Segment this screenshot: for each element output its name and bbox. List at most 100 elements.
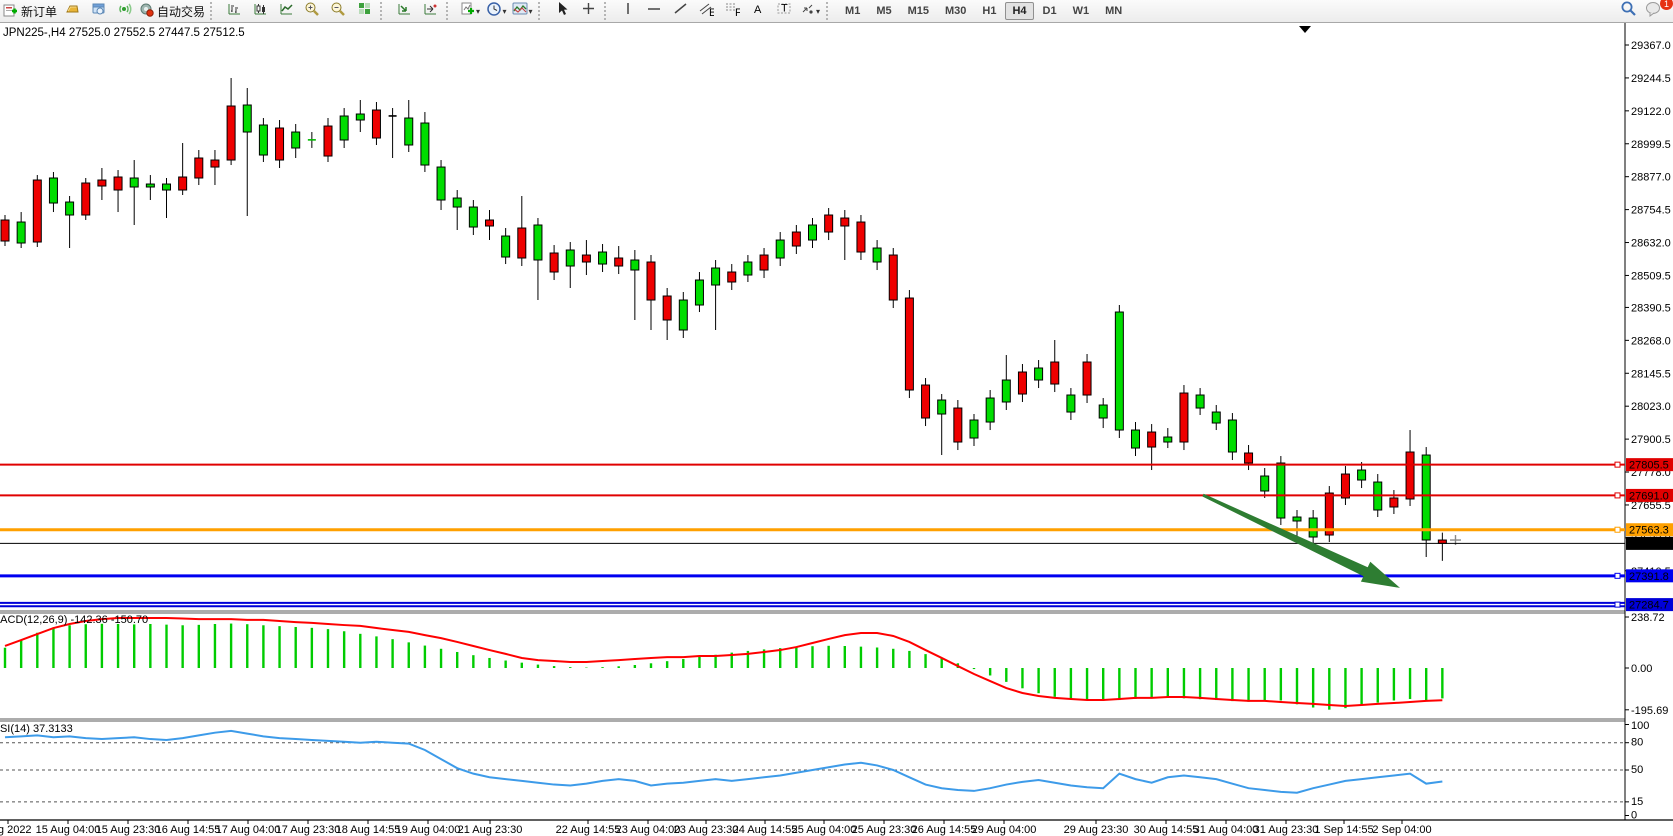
timeframe-group: M1M5M15M30H1H4D1W1MN [837,2,1130,20]
timeframe-m30[interactable]: M30 [938,2,973,20]
svg-text:26 Aug 14:55: 26 Aug 14:55 [912,824,977,836]
text-icon: A [751,1,765,21]
svg-text:E: E [709,7,714,17]
auto-scroll-button[interactable] [391,1,417,21]
svg-text:29 Aug 23:30: 29 Aug 23:30 [1064,824,1129,836]
new-order-button[interactable]: 新订单 [1,1,59,21]
tile-windows-icon [357,1,372,21]
timeframe-m5[interactable]: M5 [869,2,898,20]
text-button[interactable]: A [745,1,771,21]
vertical-line-icon [622,1,634,21]
cursor-button[interactable] [549,1,575,21]
zoom-out-button[interactable] [325,1,351,21]
horizontal-line-button[interactable] [641,1,667,21]
mt4-window: 新订单 自动交易 [0,0,1673,836]
svg-text:27512.5: 27512.5 [1629,538,1669,550]
svg-text:21 Aug 23:30: 21 Aug 23:30 [458,824,523,836]
dropdown-caret-icon: ▾ [476,7,480,16]
bar-chart-button[interactable] [221,1,247,21]
notifications-button[interactable]: 1 [1641,1,1667,21]
chart-window: 29367.029244.529122.028999.528877.028754… [0,23,1673,836]
svg-text:31 Aug 23:30: 31 Aug 23:30 [1254,824,1319,836]
svg-text:28754.5: 28754.5 [1631,205,1671,217]
arrows-button[interactable]: ▾ [797,1,823,21]
line-anchor-handle [1615,493,1620,498]
periods-button[interactable]: ▾ [483,1,509,21]
svg-text:25 Aug 04:00: 25 Aug 04:00 [792,824,857,836]
svg-text:28509.5: 28509.5 [1631,270,1671,282]
svg-text:23 Aug 04:00: 23 Aug 04:00 [616,824,681,836]
line-chart-icon [279,1,294,21]
line-chart-button[interactable] [273,1,299,21]
line-anchor-handle [1615,573,1620,578]
vertical-line-button[interactable] [615,1,641,21]
trendline-button[interactable] [667,1,693,21]
trend-arrow[interactable] [1202,494,1400,588]
text-label-button[interactable]: T [771,1,797,21]
dropdown-caret-icon: ▾ [529,7,533,16]
svg-text:80: 80 [1631,737,1643,749]
candlestick-series [1,78,1446,561]
templates-button[interactable]: ▾ [509,1,535,21]
time-axis[interactable]: Aug 202215 Aug 04:0015 Aug 23:3016 Aug 1… [0,820,1432,836]
svg-text:50: 50 [1631,764,1643,776]
toolbar-separator [380,2,388,20]
toolbar-separator [210,2,218,20]
svg-text:15 Aug 04:00: 15 Aug 04:00 [36,824,101,836]
svg-text:A: A [754,4,762,16]
toolbar-separator [826,2,834,20]
signal-icon [117,1,132,21]
svg-text:15 Aug 23:30: 15 Aug 23:30 [96,824,161,836]
timeframe-h4[interactable]: H4 [1005,2,1033,20]
indicators-button[interactable]: ▾ [457,1,483,21]
svg-text:27805.5: 27805.5 [1629,460,1669,472]
svg-text:2 Sep 04:00: 2 Sep 04:00 [1372,824,1431,836]
svg-text:17 Aug 23:30: 17 Aug 23:30 [276,824,341,836]
fibonacci-button[interactable]: F [719,1,745,21]
signals-button[interactable] [111,1,137,21]
svg-text:29367.0: 29367.0 [1631,40,1671,52]
history-button[interactable] [59,1,85,21]
dropdown-caret-icon: ▾ [503,7,507,16]
timeframe-h1[interactable]: H1 [975,2,1003,20]
svg-text:28390.5: 28390.5 [1631,302,1671,314]
chart-canvas[interactable]: 29367.029244.529122.028999.528877.028754… [0,23,1673,836]
svg-text:T: T [781,3,788,15]
cursor-icon [555,1,569,21]
svg-text:27563.3: 27563.3 [1629,525,1669,537]
timeframe-d1[interactable]: D1 [1036,2,1064,20]
gold-folder-icon [65,1,80,21]
main-toolbar: 新订单 自动交易 [0,0,1673,23]
timeframe-w1[interactable]: W1 [1066,2,1097,20]
dropdown-caret-icon: ▾ [816,7,820,16]
svg-text:100: 100 [1631,720,1649,732]
toolbar-separator [604,2,612,20]
window-cloud-icon [91,1,106,21]
line-anchor-handle [1615,602,1620,607]
search-icon [1620,0,1637,22]
market-watch-button[interactable] [85,1,111,21]
zoom-in-button[interactable] [299,1,325,21]
auto-trading-button[interactable]: 自动交易 [137,1,207,21]
svg-text:F: F [735,7,740,17]
templates-icon [512,1,528,21]
chart-shift-marker[interactable] [1299,26,1311,33]
tile-windows-button[interactable] [351,1,377,21]
clock-icon [486,1,502,22]
svg-text:28268.0: 28268.0 [1631,335,1671,347]
svg-text:28877.0: 28877.0 [1631,172,1671,184]
chart-title: JPN225-,H4 27525.0 27552.5 27447.5 27512… [3,27,245,39]
line-anchor-handle [1615,527,1620,532]
crosshair-button[interactable] [575,1,601,21]
svg-text:28023.0: 28023.0 [1631,401,1671,413]
indicators-icon [460,1,475,21]
svg-text:27900.5: 27900.5 [1631,434,1671,446]
candlestick-chart-button[interactable] [247,1,273,21]
timeframe-m15[interactable]: M15 [901,2,936,20]
timeframe-mn[interactable]: MN [1098,2,1129,20]
chart-shift-button[interactable] [417,1,443,21]
timeframe-m1[interactable]: M1 [838,2,867,20]
equidistant-channel-button[interactable]: E [693,1,719,21]
svg-text:27391.8: 27391.8 [1629,571,1669,583]
search-button[interactable] [1615,1,1641,21]
